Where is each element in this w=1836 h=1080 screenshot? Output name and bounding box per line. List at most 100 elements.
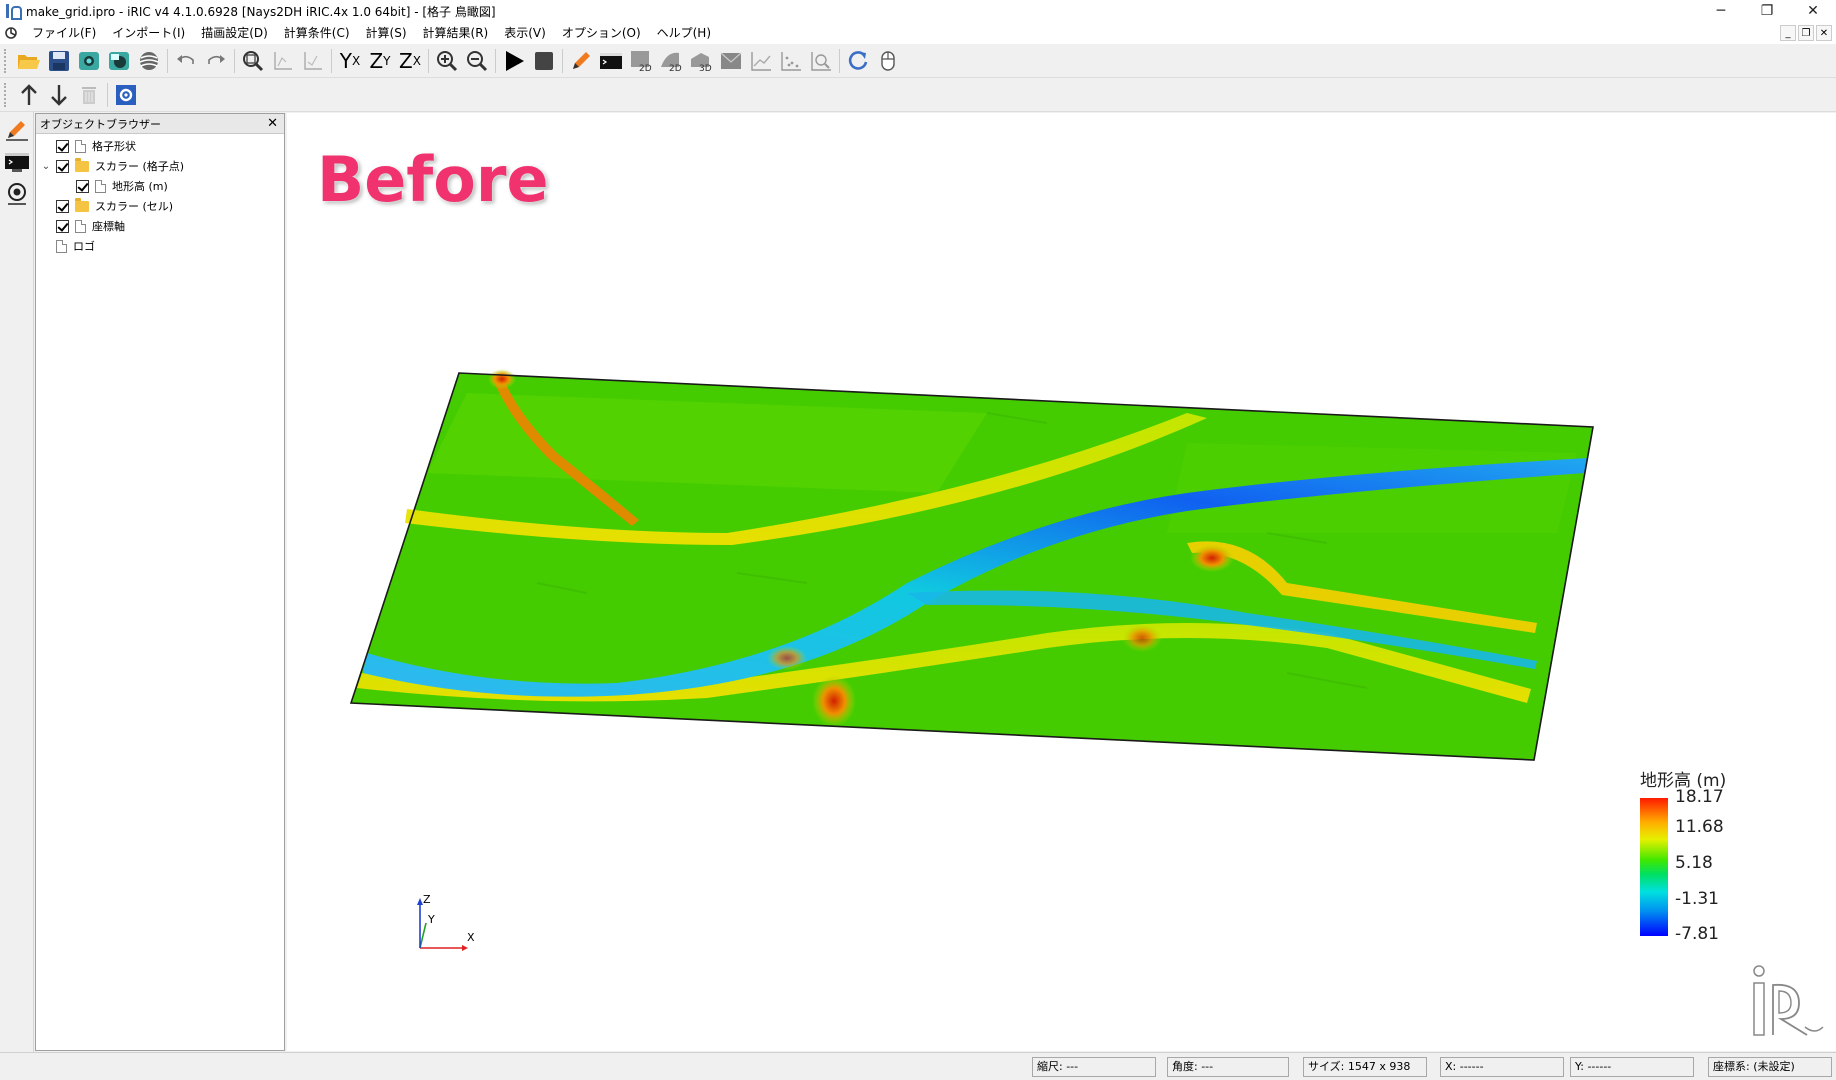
menu-file[interactable]: ファイル(F)	[24, 22, 104, 44]
status-angle: 角度: ---	[1167, 1057, 1289, 1077]
view-2d-label-b: 2D	[669, 64, 682, 73]
colorbar-tick: 5.18	[1675, 853, 1713, 873]
axes-checkbox[interactable]	[56, 219, 69, 233]
grid-shape-checkbox[interactable]	[56, 139, 69, 153]
zoom-out-icon[interactable]	[462, 46, 492, 76]
move-up-icon[interactable]	[14, 80, 44, 110]
folder-icon	[75, 157, 89, 172]
move-down-icon[interactable]	[44, 80, 74, 110]
tree-item-axes[interactable]: 座標軸	[36, 216, 284, 236]
mdi-restore-button[interactable]: ❐	[1798, 25, 1814, 41]
status-size: サイズ: 1547 x 938	[1303, 1057, 1427, 1077]
axes-widget: X Y Z	[417, 893, 475, 951]
graph-zoom-icon[interactable]	[806, 46, 836, 76]
toolbar-separator	[428, 48, 429, 73]
view-yx-label: Y	[339, 48, 352, 73]
tree-item-logo[interactable]: ロゴ	[36, 236, 284, 256]
menu-calc-conditions[interactable]: 計算条件(C)	[276, 22, 358, 44]
restore-button[interactable]: ❐	[1744, 0, 1790, 22]
mouse-icon[interactable]	[873, 46, 903, 76]
view-zx-button[interactable]: ZX	[395, 46, 425, 76]
open-folder-icon[interactable]	[14, 46, 44, 76]
screen-icon[interactable]	[716, 46, 746, 76]
object-tree: 格子形状 ⌄ スカラー (格子点) 地形高 (m) スカラー (セル) 座標軸 …	[36, 134, 284, 256]
chart-axis-x-icon[interactable]	[268, 46, 298, 76]
mdi-system-icon[interactable]	[2, 24, 20, 42]
view-zy-button[interactable]: ZY	[365, 46, 395, 76]
undo-icon[interactable]	[171, 46, 201, 76]
menu-help[interactable]: ヘルプ(H)	[649, 22, 719, 44]
close-button[interactable]: ✕	[1790, 0, 1836, 22]
menu-view[interactable]: 表示(V)	[496, 22, 554, 44]
view-zy-sub: Y	[383, 53, 391, 68]
refresh-icon[interactable]	[843, 46, 873, 76]
tree-item-grid-shape[interactable]: 格子形状	[36, 136, 284, 156]
menu-options[interactable]: オプション(O)	[554, 22, 649, 44]
scalar-node-checkbox[interactable]	[56, 159, 69, 173]
iric-logo-icon	[1753, 965, 1824, 1036]
view-2d-button-b[interactable]: 2D	[656, 46, 686, 76]
object-browser-panel: オブジェクトブラウザー ✕ 格子形状 ⌄ スカラー (格子点) 地形高 (m)	[35, 113, 285, 1051]
preprocessor-icon[interactable]	[2, 116, 32, 144]
birds-eye-viewport[interactable]: Before 地形高 (m) 18.17 11.68 5.18 -1.31 -7…	[287, 113, 1836, 1051]
tree-item-scalar-node[interactable]: ⌄ スカラー (格子点)	[36, 156, 284, 176]
stop-icon[interactable]	[529, 46, 559, 76]
toolbar-grip[interactable]	[4, 82, 10, 107]
graph-scatter-icon[interactable]	[776, 46, 806, 76]
postprocessor-icon[interactable]	[2, 180, 32, 208]
toolbar-grip[interactable]	[4, 48, 10, 73]
console-icon[interactable]	[596, 46, 626, 76]
colorbar-tick: -7.81	[1675, 924, 1719, 944]
view-2d-button-a[interactable]: 2D	[626, 46, 656, 76]
tree-item-label: 地形高 (m)	[112, 180, 168, 193]
scalar-cell-checkbox[interactable]	[56, 199, 69, 213]
fit-view-icon[interactable]	[238, 46, 268, 76]
tree-item-elevation[interactable]: 地形高 (m)	[36, 176, 284, 196]
view-yx-button[interactable]: YX	[335, 46, 365, 76]
graph-line-icon[interactable]	[746, 46, 776, 76]
mesh-icon[interactable]	[134, 46, 164, 76]
colorbar-tick: 11.68	[1675, 817, 1724, 837]
mdi-close-button[interactable]: ✕	[1816, 25, 1832, 41]
toolbar-separator	[167, 48, 168, 73]
continuous-snapshot-icon[interactable]	[104, 46, 134, 76]
view-yx-sub: X	[351, 53, 361, 68]
axis-y-label: Y	[427, 913, 435, 926]
view-2d-label-a: 2D	[639, 64, 652, 73]
redo-icon[interactable]	[201, 46, 231, 76]
zoom-in-icon[interactable]	[432, 46, 462, 76]
status-y: Y: ------	[1570, 1057, 1694, 1077]
file-icon	[95, 179, 106, 193]
pencil-icon[interactable]	[566, 46, 596, 76]
mdi-controls: _ ❐ ✕	[1780, 25, 1832, 41]
object-browser-close-button[interactable]: ✕	[267, 116, 278, 131]
folder-icon	[75, 197, 89, 212]
view-zx-sub: X	[412, 53, 421, 68]
chart-axis-y-icon[interactable]	[298, 46, 328, 76]
snapshot-icon[interactable]	[74, 46, 104, 76]
title-bar: make_grid.ipro - iRIC v4 4.1.0.6928 [Nay…	[0, 0, 1836, 22]
menu-draw-settings[interactable]: 描画設定(D)	[193, 22, 276, 44]
view-zx-label: Z	[399, 48, 413, 73]
save-icon[interactable]	[44, 46, 74, 76]
menu-results[interactable]: 計算結果(R)	[415, 22, 497, 44]
view-3d-button[interactable]: 3D	[686, 46, 716, 76]
minimize-button[interactable]: ─	[1698, 0, 1744, 22]
toolbar-separator	[107, 82, 108, 107]
elevation-checkbox[interactable]	[76, 179, 89, 193]
delete-icon[interactable]	[74, 80, 104, 110]
solver-console-icon[interactable]	[2, 148, 32, 176]
mdi-minimize-button[interactable]: _	[1780, 25, 1796, 41]
tree-item-scalar-cell[interactable]: スカラー (セル)	[36, 196, 284, 216]
axis-z-label: Z	[423, 893, 431, 906]
menu-import[interactable]: インポート(I)	[104, 22, 193, 44]
file-icon	[56, 239, 67, 253]
property-icon[interactable]	[111, 80, 141, 110]
tree-item-label: ロゴ	[73, 240, 95, 253]
run-icon[interactable]	[499, 46, 529, 76]
menu-simulation[interactable]: 計算(S)	[358, 22, 415, 44]
chevron-down-icon[interactable]: ⌄	[36, 161, 56, 172]
toolbar-separator	[331, 48, 332, 73]
file-icon	[75, 219, 86, 233]
status-scale: 縮尺: ---	[1032, 1057, 1156, 1077]
